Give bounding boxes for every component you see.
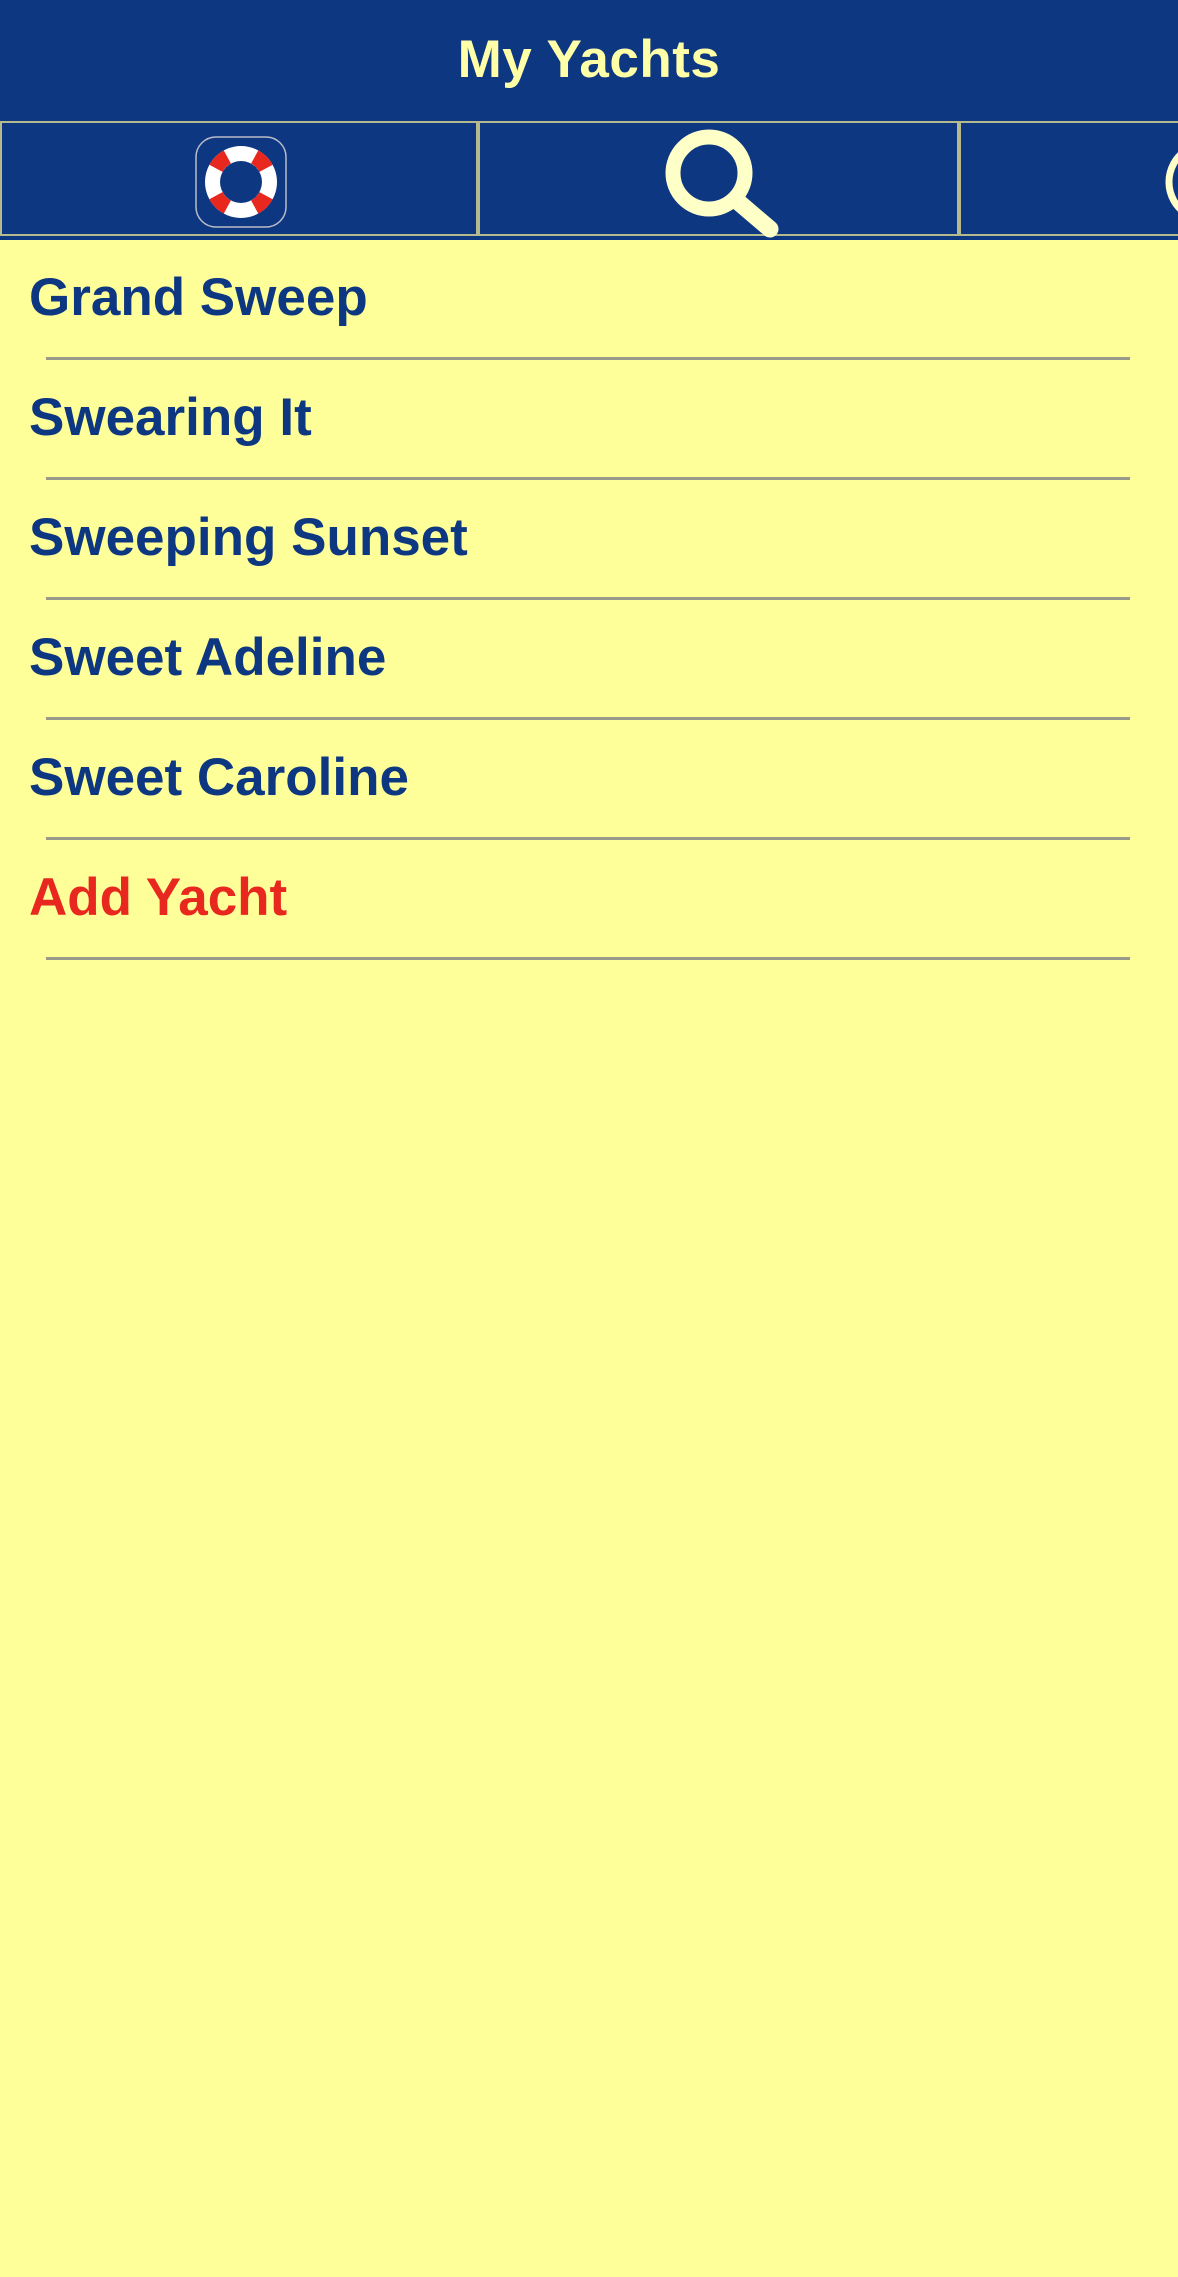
yacht-row-sweet-adeline[interactable]: Sweet Adeline — [0, 600, 1178, 720]
life-ring-icon — [195, 136, 287, 228]
yacht-row-grand-sweep[interactable]: Grand Sweep — [0, 240, 1178, 360]
yacht-name: Sweeping Sunset — [29, 508, 468, 567]
add-yacht-label: Add Yacht — [29, 868, 288, 927]
page-title: My Yachts — [457, 29, 721, 89]
add-yacht-button[interactable]: Add Yacht — [0, 840, 1178, 960]
yacht-row-swearing-it[interactable]: Swearing It — [0, 360, 1178, 480]
nav-bar: My Yachts — [0, 0, 1178, 120]
yacht-row-sweet-caroline[interactable]: Sweet Caroline — [0, 720, 1178, 840]
yacht-name: Swearing It — [29, 388, 312, 447]
yacht-name: Sweet Caroline — [29, 748, 409, 807]
yacht-name: Grand Sweep — [29, 268, 368, 327]
signal-button[interactable] — [959, 121, 1178, 236]
search-icon — [665, 129, 779, 238]
search-button[interactable] — [478, 121, 959, 238]
yacht-list: Grand Sweep Swearing It Sweeping Sunset … — [0, 240, 1178, 960]
signal-icon — [1165, 152, 1178, 212]
row-divider — [46, 957, 1130, 960]
yacht-name: Sweet Adeline — [29, 628, 387, 687]
toolbar — [0, 120, 1178, 240]
life-ring-button[interactable] — [0, 121, 478, 236]
yacht-row-sweeping-sunset[interactable]: Sweeping Sunset — [0, 480, 1178, 600]
